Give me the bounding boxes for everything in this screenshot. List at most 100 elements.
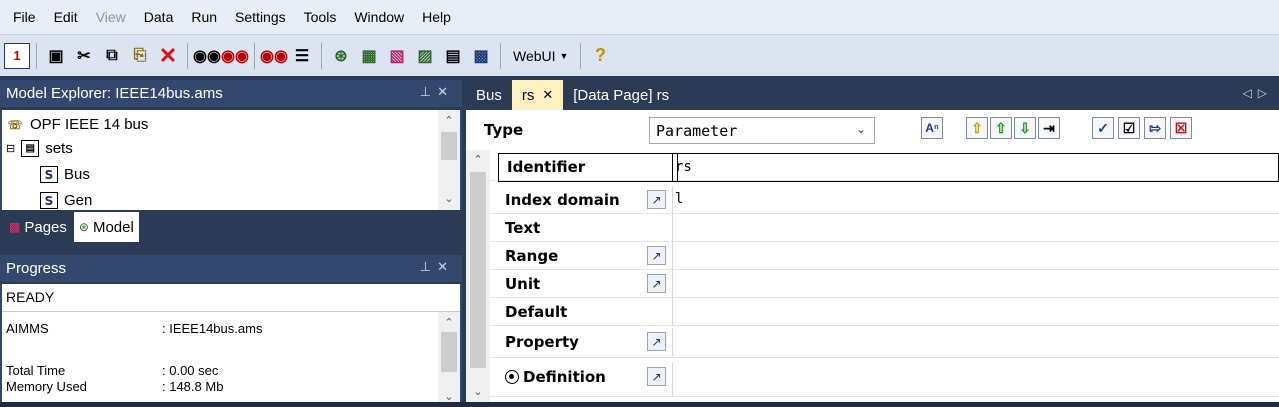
attribute-row-range: Range ↗ <box>490 242 1279 270</box>
font-format-icon[interactable]: Aⁿ <box>921 117 943 139</box>
revert-icon[interactable]: ☒ <box>1170 117 1192 139</box>
tab-bus[interactable]: Bus <box>466 80 512 110</box>
tree-node-label: sets <box>45 140 73 157</box>
document-tabs: Bus rs ✕ [Data Page] rs ◁▷ <box>466 80 1279 110</box>
properties-icon[interactable]: ☰ <box>289 43 315 69</box>
tree-node-bus[interactable]: S Bus <box>40 166 90 183</box>
scrollbar-thumb[interactable] <box>470 172 486 368</box>
wizard-icon[interactable]: ↗ <box>647 190 666 209</box>
move-down-icon[interactable]: ⇩ <box>1014 117 1036 139</box>
webui-dropdown[interactable]: WebUI ▼ <box>507 43 574 69</box>
commit-close-icon[interactable]: ⇰ <box>1144 117 1166 139</box>
explorer-tabs: ▩ Pages ⊛ Model <box>0 210 462 242</box>
scroll-right-icon[interactable]: ▷ <box>1258 86 1273 100</box>
calendar-icon[interactable]: 1 <box>4 42 30 69</box>
move-up-icon[interactable]: ⇧ <box>990 117 1012 139</box>
insert-attribute-icon[interactable]: ⇥ <box>1038 117 1060 139</box>
menu-window[interactable]: Window <box>345 0 413 34</box>
set-icon: S <box>40 192 58 209</box>
menu-tools[interactable]: Tools <box>295 0 346 34</box>
unit-field[interactable] <box>672 270 1279 298</box>
progress-title-bar: Progress ⊥✕ <box>0 255 462 282</box>
definition-label: Definition <box>523 368 606 386</box>
tree-node-label: Bus <box>64 166 90 183</box>
wizard-icon[interactable]: ↗ <box>647 367 666 386</box>
tree-node-root[interactable]: ☏ OPF IEEE 14 bus <box>6 116 148 133</box>
scroll-up-icon[interactable]: ⌃ <box>466 150 490 168</box>
pin-icon[interactable]: ⊥ <box>420 259 437 274</box>
paste-icon[interactable]: ⎘ <box>127 43 153 69</box>
toolbar-separator <box>500 42 501 69</box>
close-icon[interactable]: ✕ <box>437 259 454 274</box>
identifier-selector-icon[interactable]: ▦ <box>356 43 382 69</box>
scrollbar-thumb[interactable] <box>441 332 457 372</box>
tree-node-gen[interactable]: S Gen <box>40 192 92 209</box>
move-up-level-icon[interactable]: ⇧ <box>966 117 988 139</box>
explorer-scrollbar[interactable]: ⌃ ⌄ <box>438 110 460 210</box>
text-field[interactable] <box>672 214 1279 242</box>
data-manager-icon[interactable]: ▩ <box>468 43 494 69</box>
menu-help[interactable]: Help <box>413 0 460 34</box>
scroll-left-icon[interactable]: ◁ <box>1243 86 1258 100</box>
scroll-down-icon[interactable]: ⌄ <box>466 382 490 400</box>
model-icon: ⊛ <box>78 220 89 234</box>
progress-row: Total Time: 0.00 sec <box>6 363 218 378</box>
close-icon[interactable]: ✕ <box>437 84 454 99</box>
attribute-row-identifier: Identifier rs <box>490 153 1279 182</box>
menu-settings[interactable]: Settings <box>226 0 295 34</box>
model-explorer-icon[interactable]: ⊛ <box>328 43 354 69</box>
template-manager-icon[interactable]: ▨ <box>412 43 438 69</box>
check-icon[interactable]: ✓ <box>1092 117 1114 139</box>
tab-data-page-rs[interactable]: [Data Page] rs <box>563 80 679 110</box>
scroll-down-icon[interactable]: ⌄ <box>438 188 460 208</box>
scroll-up-icon[interactable]: ⌃ <box>438 312 460 332</box>
progress-key: Memory Used <box>6 379 87 394</box>
attribute-scrollbar[interactable]: ⌃ ⌄ <box>466 150 490 402</box>
progress-value: : 0.00 sec <box>162 363 219 378</box>
find-icon[interactable]: ◉◉ <box>193 43 221 69</box>
tab-model[interactable]: ⊛ Model <box>73 212 139 242</box>
help-icon[interactable]: ? <box>587 43 613 69</box>
wizard-icon[interactable]: ↗ <box>647 246 666 265</box>
wizard-icon[interactable]: ↗ <box>647 274 666 293</box>
identifier-label: Identifier <box>498 153 678 182</box>
property-field[interactable] <box>672 328 1279 356</box>
attribute-row-index-domain: Index domain ↗ l <box>490 186 1279 214</box>
menu-builder-icon[interactable]: ▤ <box>440 43 466 69</box>
type-select[interactable]: Parameter ⌄ <box>649 117 875 144</box>
menu-view[interactable]: View <box>87 0 135 34</box>
menu-file[interactable]: File <box>4 0 45 34</box>
wizard-icon[interactable]: ↗ <box>647 332 666 351</box>
commit-icon[interactable]: ☑ <box>1118 117 1140 139</box>
tree-node-sets[interactable]: ⊟ ▤ sets <box>6 140 73 157</box>
toolbar-separator <box>321 42 322 69</box>
close-icon[interactable]: ✕ <box>542 87 553 103</box>
find-next-icon[interactable]: ◉◉ <box>221 43 249 69</box>
cut-icon[interactable]: ✂ <box>71 43 97 69</box>
progress-scrollbar[interactable]: ⌃ ⌄ <box>438 312 460 407</box>
menu-edit[interactable]: Edit <box>45 0 87 34</box>
definition-field[interactable] <box>672 363 1279 397</box>
page-manager-icon[interactable]: ▧ <box>384 43 410 69</box>
definition-label-container: Definition <box>505 368 606 386</box>
type-label: Type <box>484 121 524 139</box>
menu-run[interactable]: Run <box>182 0 226 34</box>
copy-icon[interactable]: ⧉ <box>99 43 125 69</box>
scroll-up-icon[interactable]: ⌃ <box>438 110 460 130</box>
range-field[interactable] <box>672 242 1279 270</box>
default-field[interactable] <box>672 298 1279 326</box>
definition-radio-icon[interactable] <box>505 370 519 384</box>
pin-icon[interactable]: ⊥ <box>420 84 437 99</box>
save-icon[interactable]: ▣ <box>43 43 69 69</box>
menu-data[interactable]: Data <box>135 0 183 34</box>
find-in-model-icon[interactable]: ◉◉ <box>260 43 288 69</box>
scrollbar-thumb[interactable] <box>441 132 457 160</box>
delete-icon[interactable]: ✕ <box>155 43 181 69</box>
chevron-down-icon: ⌄ <box>855 122 866 136</box>
menu-bar: File Edit View Data Run Settings Tools W… <box>0 0 1279 34</box>
identifier-field[interactable]: rs <box>672 153 1279 182</box>
index-domain-field[interactable]: l <box>672 186 1279 214</box>
collapse-icon[interactable]: ⊟ <box>6 142 15 155</box>
tab-rs[interactable]: rs ✕ <box>511 80 564 110</box>
tab-pages[interactable]: ▩ Pages <box>4 212 72 242</box>
